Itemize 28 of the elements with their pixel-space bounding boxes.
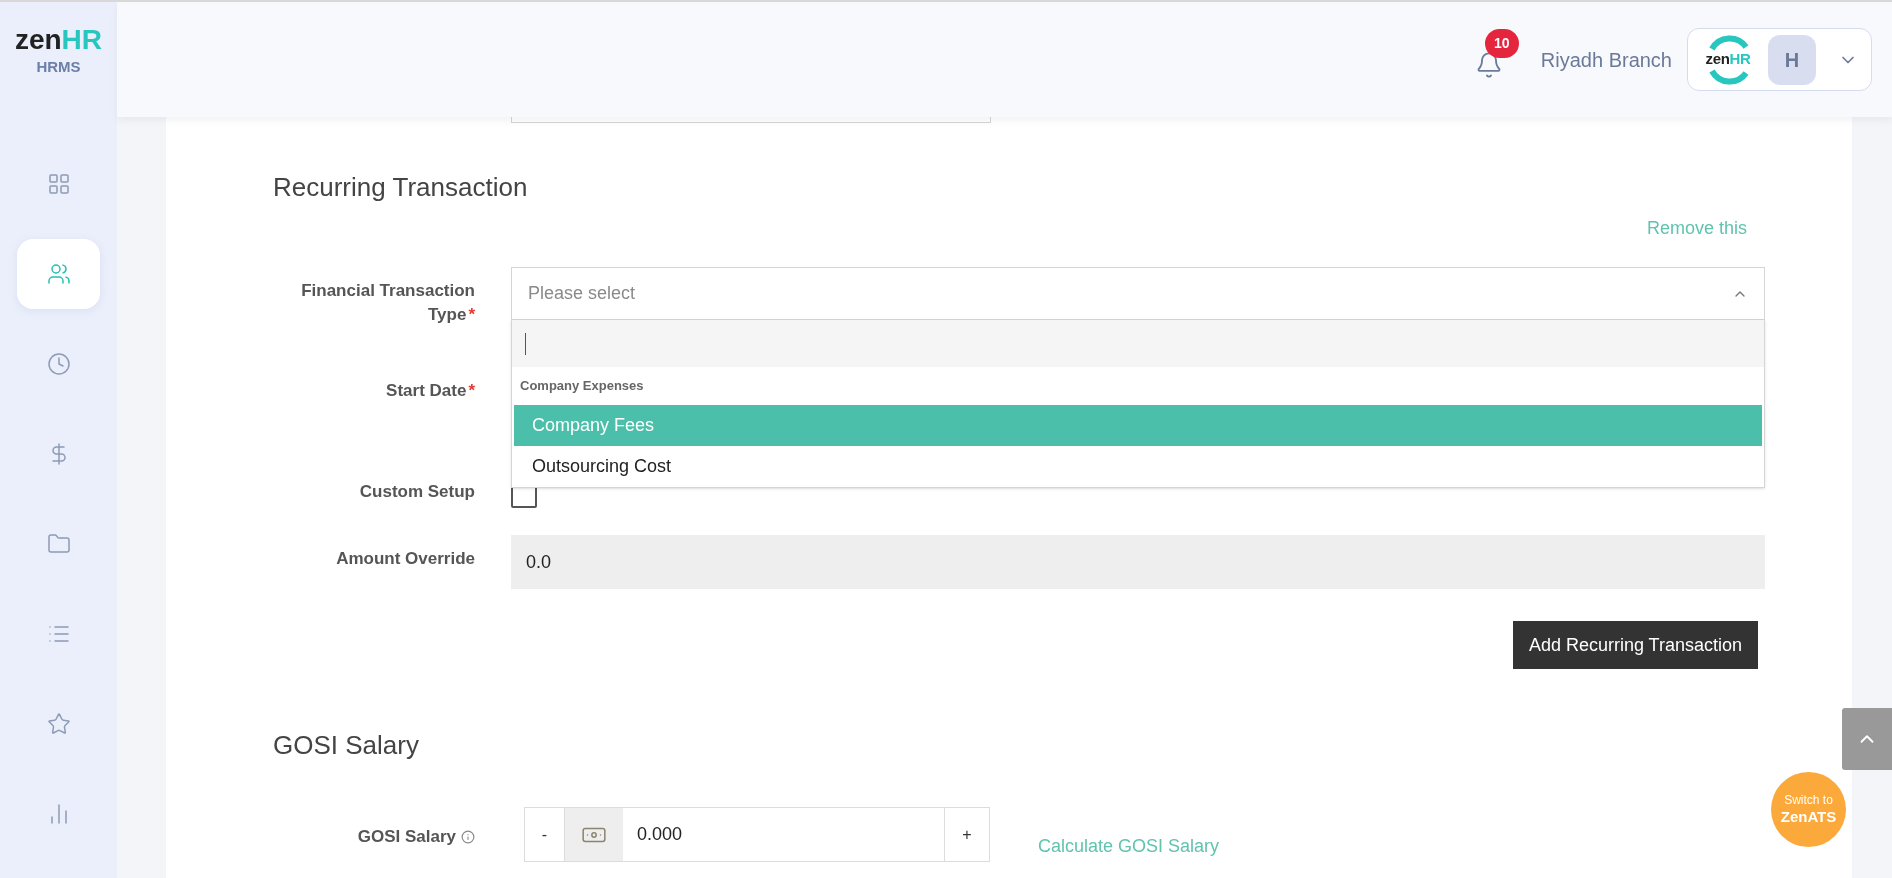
users-icon bbox=[46, 261, 71, 286]
input-field[interactable] bbox=[511, 117, 991, 123]
group-label: Company Expenses bbox=[520, 377, 644, 396]
scroll-top-button[interactable] bbox=[1842, 708, 1892, 770]
company-logo: zenHR bbox=[1700, 30, 1756, 89]
product-name: HRMS bbox=[36, 57, 81, 77]
section-title: GOSI Salary bbox=[273, 729, 420, 761]
clock-icon bbox=[46, 351, 71, 376]
add-recurring-transaction-button[interactable]: Add Recurring Transaction bbox=[1512, 621, 1758, 669]
input-field[interactable]: - 0.000 + bbox=[524, 807, 990, 862]
folder-icon bbox=[46, 531, 71, 556]
field-label: Start Date* bbox=[386, 381, 475, 400]
brand-logo: zenHR bbox=[14, 26, 103, 54]
profile-menu[interactable]: zenHR H bbox=[1687, 28, 1872, 91]
avatar: H bbox=[1768, 34, 1816, 85]
field-label: GOSI Salary bbox=[357, 826, 456, 849]
increment-button[interactable]: + bbox=[944, 808, 989, 861]
branch-name: Riyadh Branch bbox=[1540, 47, 1672, 73]
sidebar-item[interactable] bbox=[17, 238, 100, 309]
dashboard-icon bbox=[46, 171, 71, 196]
select-field[interactable]: Please select bbox=[511, 267, 1765, 320]
info-icon[interactable] bbox=[461, 830, 475, 844]
star-icon bbox=[46, 711, 71, 736]
field-label: Financial Transaction Type* bbox=[301, 281, 475, 324]
notification-badge: 10 bbox=[1484, 28, 1519, 58]
section-title: Recurring Transaction bbox=[273, 171, 529, 203]
field-label: Amount Override bbox=[336, 549, 475, 568]
field-label: Custom Setup bbox=[359, 482, 475, 501]
